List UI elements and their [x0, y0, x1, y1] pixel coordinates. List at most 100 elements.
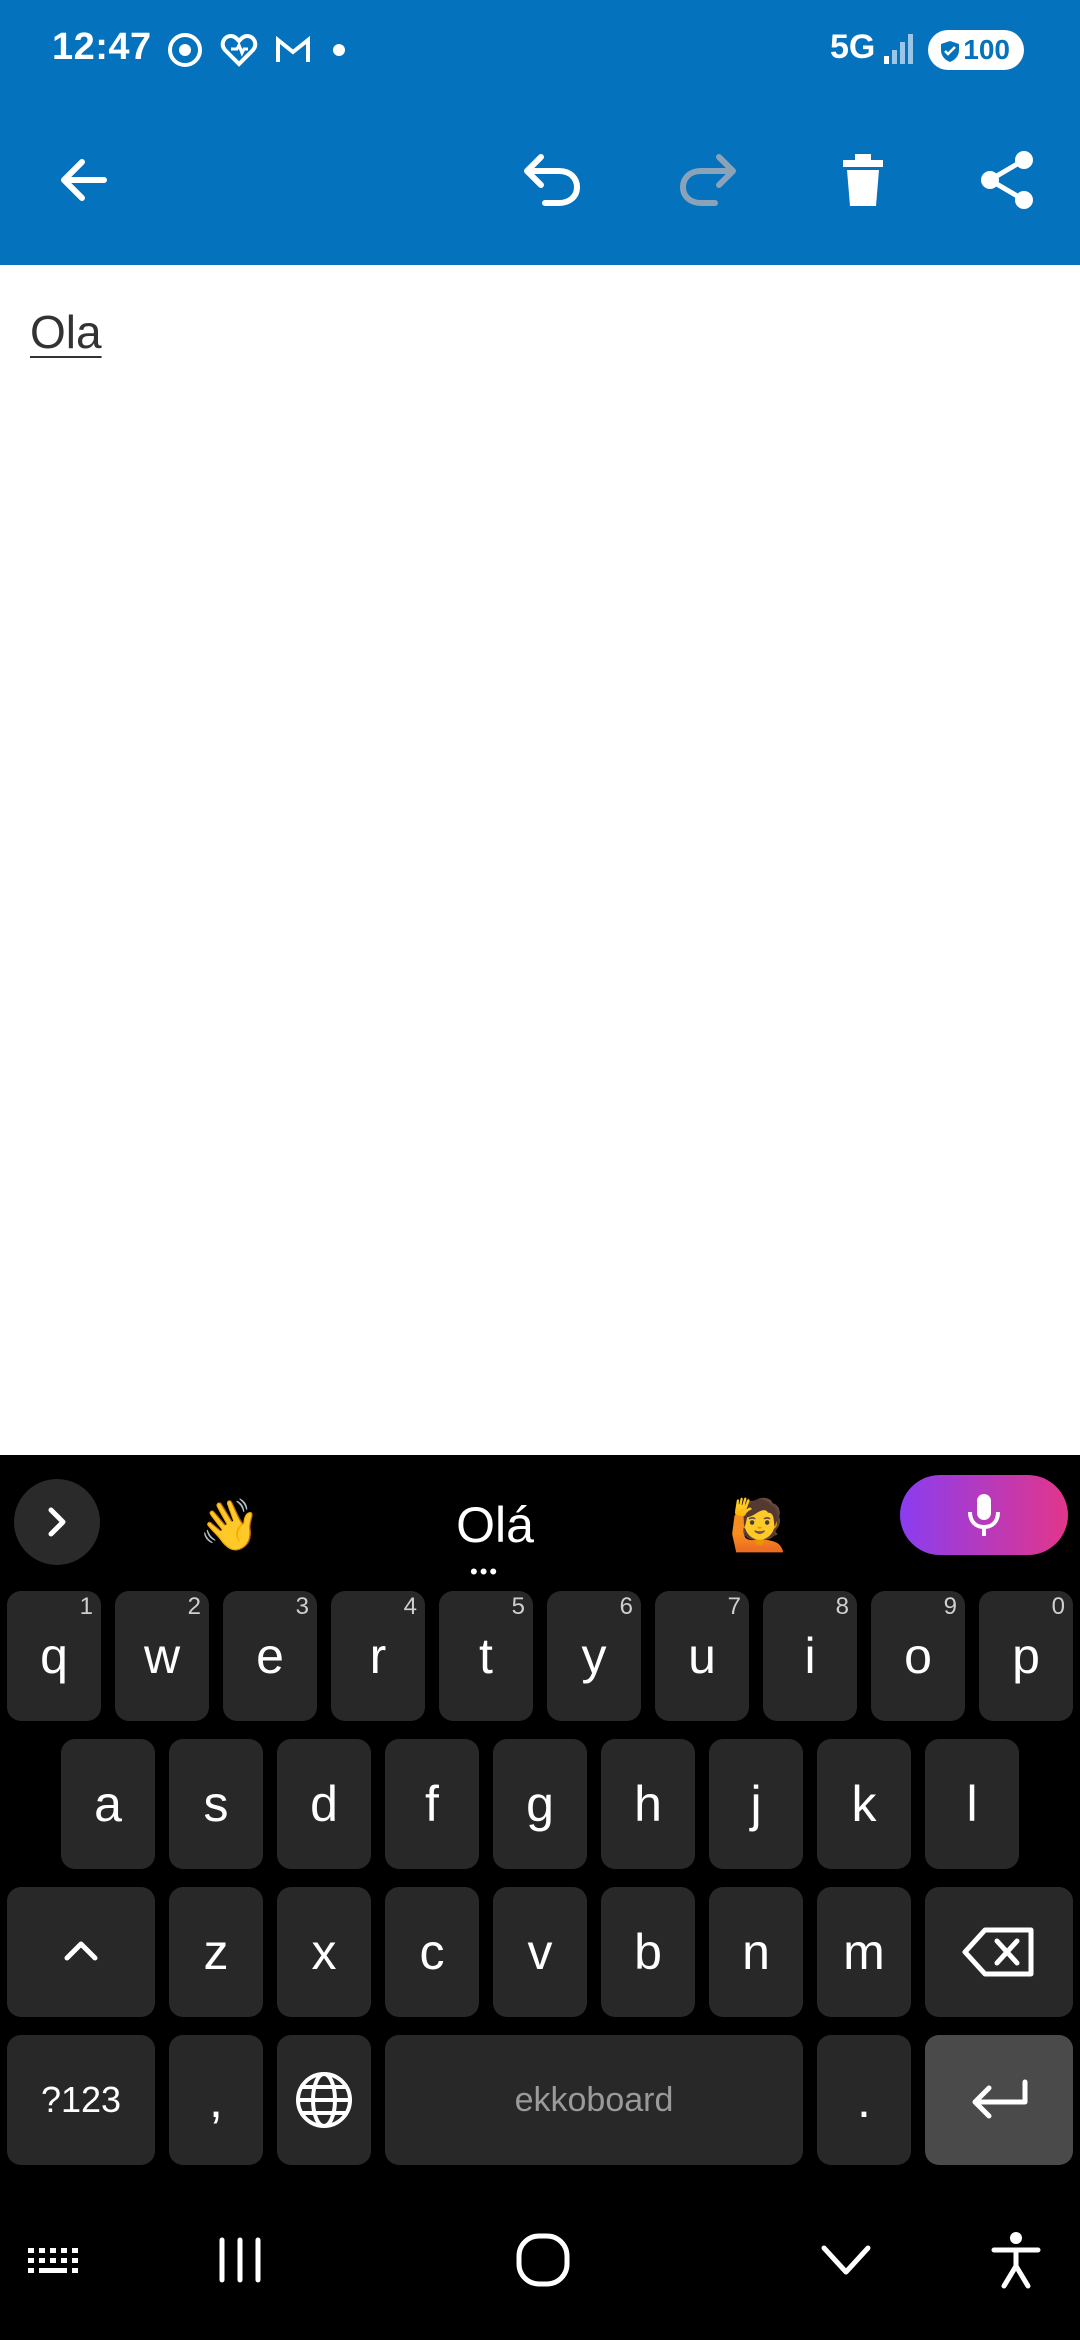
redo-icon — [679, 154, 736, 206]
key-w[interactable]: w2 — [115, 1591, 209, 1721]
undo-icon — [524, 154, 581, 206]
enter-key[interactable] — [925, 2035, 1073, 2165]
key-k[interactable]: k — [817, 1739, 911, 1869]
recents-button[interactable] — [200, 2220, 280, 2300]
more-suggestions-dots[interactable]: ••• — [470, 1559, 499, 1585]
expand-toolbar-button[interactable] — [14, 1479, 100, 1565]
suggestion-emoji-wave[interactable]: 👋 — [160, 1485, 300, 1565]
key-z[interactable]: z — [169, 1887, 263, 2017]
notification-dot-icon — [333, 44, 345, 56]
back-arrow-icon — [61, 159, 107, 201]
redo-button[interactable] — [670, 140, 750, 220]
keyboard: 👋 Olá ••• 🙋 q1 w2 e3 r4 t5 y6 u7 i8 o9 p… — [0, 1455, 1080, 2180]
key-label: q — [40, 1628, 68, 1684]
note-text[interactable]: Ola — [30, 305, 102, 359]
key-s[interactable]: s — [169, 1739, 263, 1869]
shift-icon — [64, 1941, 98, 1961]
key-g[interactable]: g — [493, 1739, 587, 1869]
accessibility-icon — [991, 2232, 1041, 2289]
space-key[interactable]: ekkoboard — [385, 2035, 803, 2165]
key-p[interactable]: p0 — [979, 1591, 1073, 1721]
enter-icon — [972, 2079, 1028, 2119]
keyboard-toggle-button[interactable] — [16, 2220, 96, 2300]
key-f[interactable]: f — [385, 1739, 479, 1869]
battery-level: 100 — [963, 34, 1010, 65]
navigation-bar — [0, 2180, 1080, 2340]
key-label: i — [804, 1628, 816, 1684]
signal-bars-icon — [882, 30, 918, 66]
key-v[interactable]: v — [493, 1887, 587, 2017]
key-j[interactable]: j — [709, 1739, 803, 1869]
key-hint: 6 — [619, 1593, 633, 1620]
chrome-icon — [165, 30, 205, 70]
key-q[interactable]: q1 — [7, 1591, 101, 1721]
key-i[interactable]: i8 — [763, 1591, 857, 1721]
key-x[interactable]: x — [277, 1887, 371, 2017]
key-hint: 8 — [835, 1593, 849, 1620]
key-label: e — [256, 1628, 284, 1684]
status-bar: 12:47 5G 100 — [0, 0, 1080, 100]
suggestion-emoji-raise-hand[interactable]: 🙋 — [690, 1485, 830, 1565]
key-m[interactable]: m — [817, 1887, 911, 2017]
key-hint: 9 — [943, 1593, 957, 1620]
key-hint: 0 — [1051, 1593, 1065, 1620]
gmail-icon — [273, 30, 313, 70]
key-u[interactable]: u7 — [655, 1591, 749, 1721]
key-c[interactable]: c — [385, 1887, 479, 2017]
comma-key[interactable]: , — [169, 2035, 263, 2165]
globe-icon — [296, 2072, 352, 2128]
accessibility-button[interactable] — [976, 2220, 1056, 2300]
status-time: 12:47 — [52, 26, 152, 68]
suggestion-strip: 👋 Olá ••• 🙋 — [0, 1455, 1080, 1584]
key-label: p — [1012, 1628, 1040, 1684]
keyboard-toggle-icon — [28, 2248, 78, 2273]
key-a[interactable]: a — [61, 1739, 155, 1869]
key-hint: 7 — [727, 1593, 741, 1620]
top-bar: 12:47 5G 100 — [0, 0, 1080, 265]
delete-button[interactable] — [823, 140, 903, 220]
key-t[interactable]: t5 — [439, 1591, 533, 1721]
key-label: y — [581, 1628, 607, 1684]
hide-keyboard-icon — [821, 2245, 871, 2275]
key-label: t — [479, 1628, 493, 1684]
key-label: w — [143, 1628, 181, 1684]
key-n[interactable]: n — [709, 1887, 803, 2017]
notification-icons — [165, 30, 345, 70]
key-hint: 5 — [511, 1593, 525, 1620]
share-button[interactable] — [968, 140, 1048, 220]
key-e[interactable]: e3 — [223, 1591, 317, 1721]
key-hint: 4 — [403, 1593, 417, 1620]
share-icon — [981, 151, 1033, 209]
delete-icon — [843, 154, 883, 206]
voice-input-button[interactable] — [900, 1475, 1068, 1555]
shift-key[interactable] — [7, 1887, 155, 2017]
key-hint: 2 — [187, 1593, 201, 1620]
key-d[interactable]: d — [277, 1739, 371, 1869]
language-key[interactable] — [277, 2035, 371, 2165]
home-icon — [516, 2233, 570, 2287]
key-r[interactable]: r4 — [331, 1591, 425, 1721]
key-label: o — [904, 1628, 932, 1684]
key-o[interactable]: o9 — [871, 1591, 965, 1721]
suggestion-word[interactable]: Olá — [355, 1485, 635, 1565]
note-editor[interactable]: Ola — [0, 265, 1080, 1455]
back-button[interactable] — [44, 140, 124, 220]
recents-icon — [219, 2237, 261, 2283]
health-heart-icon — [219, 30, 259, 70]
key-h[interactable]: h — [601, 1739, 695, 1869]
hide-keyboard-button[interactable] — [806, 2220, 886, 2300]
key-hint: 3 — [295, 1593, 309, 1620]
key-b[interactable]: b — [601, 1887, 695, 2017]
key-label: r — [369, 1628, 387, 1684]
battery-indicator: 100 — [928, 30, 1024, 70]
home-button[interactable] — [503, 2220, 583, 2300]
key-y[interactable]: y6 — [547, 1591, 641, 1721]
period-key[interactable]: . — [817, 2035, 911, 2165]
key-label: u — [688, 1628, 716, 1684]
microphone-icon — [968, 1494, 1000, 1536]
backspace-key[interactable] — [925, 1887, 1073, 2017]
key-l[interactable]: l — [925, 1739, 1019, 1869]
undo-button[interactable] — [510, 140, 590, 220]
key-hint: 1 — [79, 1593, 93, 1620]
symbols-key[interactable]: ?123 — [7, 2035, 155, 2165]
